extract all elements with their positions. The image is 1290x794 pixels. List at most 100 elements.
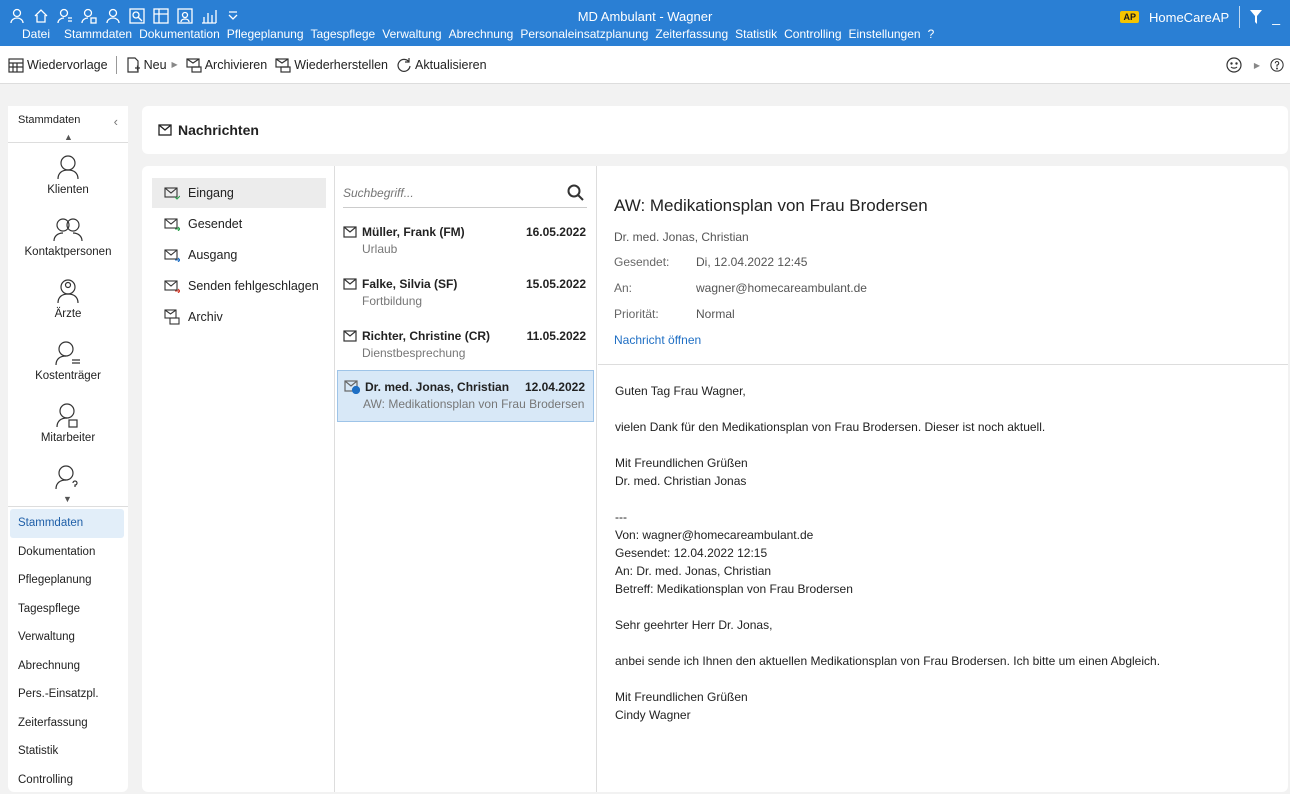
message-list: Müller, Frank (FM) 16.05.2022 Urlaub Fal…	[335, 166, 597, 792]
scroll-up-icon[interactable]: ▲	[64, 132, 73, 142]
nav-mitarbeiter[interactable]: Mitarbeiter	[8, 402, 128, 444]
new-document-icon	[125, 56, 141, 73]
user-name[interactable]: HomeCareAP	[1149, 10, 1229, 25]
contacts-icon	[8, 216, 128, 242]
message-item[interactable]: Falke, Silvia (SF) 15.05.2022 Fortbildun…	[337, 268, 594, 320]
menu-controlling[interactable]: Controlling	[784, 27, 841, 41]
nav-module-tagespflege[interactable]: Tagespflege	[8, 595, 128, 624]
inbox-icon	[164, 186, 180, 200]
page-title: Nachrichten	[178, 122, 259, 138]
outbox-icon	[164, 248, 180, 262]
collapse-nav-icon[interactable]: ‹	[114, 114, 118, 132]
menu-stammdaten[interactable]: Stammdaten	[64, 27, 132, 41]
nav-kostentraeger[interactable]: Kostenträger	[8, 340, 128, 382]
minimize-button[interactable]: _	[1272, 9, 1280, 25]
smiley-icon[interactable]	[1226, 57, 1242, 73]
menu-einstellungen[interactable]: Einstellungen	[849, 27, 921, 41]
nav-aerzte[interactable]: Ärzte	[8, 278, 128, 320]
caret-right-icon: ▶	[171, 60, 178, 69]
body-paragraph: --- Von: wagner@homecareambulant.de Gese…	[615, 510, 853, 596]
archive-button[interactable]: Archivieren	[186, 57, 267, 73]
restore-button[interactable]: Wiederherstellen	[275, 57, 388, 73]
nav-module-stammdaten[interactable]: Stammdaten	[10, 509, 124, 538]
message-item-selected[interactable]: Dr. med. Jonas, Christian 12.04.2022 AW:…	[337, 370, 594, 422]
calendar-icon	[8, 57, 24, 73]
folder-ausgang[interactable]: Ausgang	[152, 240, 326, 270]
menu-pflegeplanung[interactable]: Pflegeplanung	[227, 27, 304, 41]
menu-zeiterfassung[interactable]: Zeiterfassung	[655, 27, 728, 41]
menu-personaleinsatzplanung[interactable]: Personaleinsatzplanung	[520, 27, 648, 41]
priority-value: Normal	[696, 307, 735, 321]
folder-archiv[interactable]: Archiv	[152, 302, 326, 332]
body-paragraph: Sehr geehrter Herr Dr. Jonas,	[615, 618, 773, 632]
nav-module-dokumentation[interactable]: Dokumentation	[8, 538, 128, 567]
toolbar-right: ▶	[1226, 57, 1284, 73]
messages-panel: Eingang Gesendet Ausgang Senden fehlgesc…	[142, 166, 1288, 792]
reader-priority-row: Priorität: Normal	[614, 307, 735, 321]
message-sender: Müller, Frank (FM)	[362, 225, 465, 239]
folder-eingang[interactable]: Eingang	[152, 178, 326, 208]
nav-module-controlling[interactable]: Controlling	[8, 766, 128, 794]
title-bar-right: AP HomeCareAP _	[1120, 6, 1280, 28]
message-item[interactable]: Müller, Frank (FM) 16.05.2022 Urlaub	[337, 216, 594, 268]
sent-icon	[164, 217, 180, 231]
reader-to-row: An: wagner@homecareambulant.de	[614, 281, 867, 295]
menu-help[interactable]: ?	[928, 27, 935, 41]
menu-abrechnung[interactable]: Abrechnung	[449, 27, 514, 41]
nav-module-pflegeplanung[interactable]: Pflegeplanung	[8, 566, 128, 595]
toolbar: Wiedervorlage Neu ▶ Archivieren Wiederhe…	[0, 46, 1290, 84]
reader-from: Dr. med. Jonas, Christian	[614, 230, 749, 244]
restore-icon	[275, 57, 291, 73]
message-item[interactable]: Richter, Christine (CR) 11.05.2022 Diens…	[337, 320, 594, 372]
reader-subject: AW: Medikationsplan von Frau Brodersen	[614, 196, 928, 215]
filter-icon[interactable]	[1250, 10, 1263, 24]
scroll-down-icon[interactable]: ▼	[63, 494, 72, 504]
nav-module-list: Stammdaten Dokumentation Pflegeplanung T…	[8, 509, 128, 794]
to-label: An:	[614, 281, 633, 295]
archive-icon	[164, 309, 180, 325]
nav-module-zeiterfassung[interactable]: Zeiterfassung	[8, 709, 128, 738]
nav-module-abrechnung[interactable]: Abrechnung	[8, 652, 128, 681]
nav-module-statistik[interactable]: Statistik	[8, 737, 128, 766]
user-badge: AP	[1120, 11, 1139, 23]
priority-label: Priorität:	[614, 307, 659, 321]
menu-datei[interactable]: Datei	[22, 27, 50, 41]
window-title: MD Ambulant - Wagner	[577, 9, 713, 24]
sent-value: Di, 12.04.2022 12:45	[696, 255, 808, 269]
new-button[interactable]: Neu ▶	[125, 56, 178, 73]
body-paragraph: anbei sende ich Ihnen den aktuellen Medi…	[615, 654, 1161, 668]
message-reader: AW: Medikationsplan von Frau Brodersen D…	[598, 166, 1288, 792]
divider	[8, 142, 128, 143]
folder-senden-fehlgeschlagen[interactable]: Senden fehlgeschlagen	[152, 271, 326, 301]
menu-tagespflege[interactable]: Tagespflege	[311, 27, 376, 41]
reply-envelope-icon	[344, 380, 360, 394]
open-message-link[interactable]: Nachricht öffnen	[614, 333, 701, 347]
left-navigation: Stammdaten ‹ ▲ Klienten Kontaktpersonen …	[8, 106, 128, 792]
refresh-icon	[396, 57, 412, 73]
menu-dokumentation[interactable]: Dokumentation	[139, 27, 220, 41]
body-paragraph: vielen Dank für den Medikationsplan von …	[615, 420, 1046, 434]
page-header: Nachrichten	[142, 106, 1288, 154]
menu-statistik[interactable]: Statistik	[735, 27, 777, 41]
nav-header-title: Stammdaten	[18, 114, 81, 126]
nav-klienten[interactable]: Klienten	[8, 154, 128, 196]
folder-gesendet[interactable]: Gesendet	[152, 209, 326, 239]
nav-unknown-person[interactable]	[8, 464, 128, 494]
cost-bearer-icon	[8, 340, 128, 366]
nav-kontaktpersonen[interactable]: Kontaktpersonen	[8, 216, 128, 258]
help-icon[interactable]	[1270, 58, 1284, 72]
message-date: 15.05.2022	[525, 277, 586, 291]
message-body: Guten Tag Frau Wagner, vielen Dank für d…	[615, 382, 1275, 742]
menu-bar: Datei Stammdaten Dokumentation Pflegepla…	[22, 27, 941, 41]
body-paragraph: Guten Tag Frau Wagner,	[615, 384, 746, 398]
menu-verwaltung[interactable]: Verwaltung	[382, 27, 441, 41]
nav-module-pers-einsatzpl[interactable]: Pers.-Einsatzpl.	[8, 680, 128, 709]
refresh-button[interactable]: Aktualisieren	[396, 57, 487, 73]
nav-module-verwaltung[interactable]: Verwaltung	[8, 623, 128, 652]
search-input[interactable]	[343, 185, 553, 200]
divider	[598, 364, 1288, 365]
message-subject: Urlaub	[362, 242, 398, 256]
caret-right-icon[interactable]: ▶	[1254, 61, 1260, 70]
wiedervorlage-button[interactable]: Wiedervorlage	[8, 57, 108, 73]
to-value: wagner@homecareambulant.de	[696, 281, 867, 295]
